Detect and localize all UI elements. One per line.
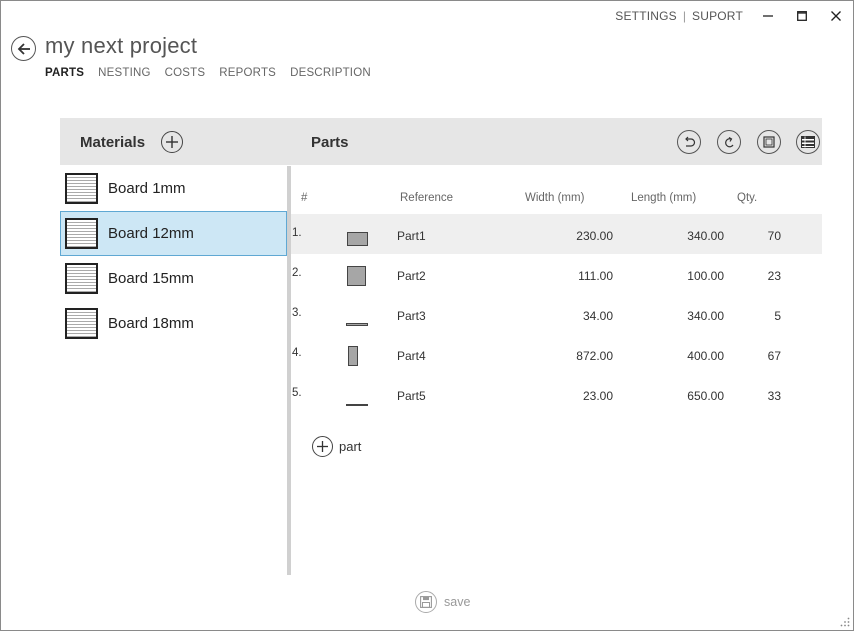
tab-nesting[interactable]: NESTING [98,67,151,79]
table-row[interactable]: 4. Part4 872.00 400.00 67 [291,334,822,374]
tab-costs[interactable]: COSTS [165,67,206,79]
material-item[interactable]: Board 15mm [60,256,287,301]
plus-circle [312,436,333,457]
part-length: 340.00 [687,309,724,323]
part-width: 111.00 [578,269,613,283]
materials-title: Materials [80,134,146,151]
part-length: 400.00 [687,349,724,363]
floppy-disk-icon [420,596,432,608]
add-material-button[interactable] [161,131,183,153]
part-shape-icon [346,404,368,406]
plus-icon [166,136,178,148]
row-number: 5. [292,387,302,399]
part-width: 34.00 [582,309,613,323]
save-button[interactable]: save [415,591,470,613]
add-part-label: part [339,439,362,454]
minimize-icon [763,15,773,17]
minimize-button[interactable] [751,7,785,25]
part-length: 340.00 [687,229,724,243]
part-shape-icon [348,346,358,366]
table-row[interactable]: 3. Part3 34.00 340.00 5 [291,294,822,334]
close-button[interactable] [819,7,853,25]
part-qty: 23 [767,269,781,283]
row-number: 1. [292,227,302,239]
maximize-icon [797,11,807,21]
part-qty: 33 [767,389,781,403]
board-icon [65,263,98,294]
part-qty: 67 [767,349,781,363]
title-bar: SETTINGS | SUPORT [615,7,853,25]
save-label: save [444,595,471,609]
tab-parts[interactable]: PARTS [45,67,84,79]
redo-icon [725,136,734,148]
part-shape-icon [347,232,368,246]
app-window: SETTINGS | SUPORT my next project PARTS … [0,0,854,631]
col-num: # [301,192,308,204]
table-header: # Reference Width (mm) Length (mm) Qty. [291,192,822,208]
board-icon [65,218,98,249]
row-number: 4. [292,347,302,359]
row-number: 2. [292,267,302,279]
row-number: 3. [292,307,302,319]
materials-list: Board 1mm Board 12mm Board 15mm Board 18… [60,166,287,346]
part-shape-icon [346,323,368,326]
col-length[interactable]: Length (mm) [631,192,696,204]
col-qty[interactable]: Qty. [737,192,757,204]
close-icon [831,11,841,21]
nav-tabs: PARTS NESTING COSTS REPORTS DESCRIPTION [45,67,371,79]
board-icon [65,308,98,339]
maximize-button[interactable] [785,7,819,25]
col-width[interactable]: Width (mm) [525,192,584,204]
part-reference: Part2 [397,269,426,283]
parts-title: Parts [311,134,349,151]
material-label: Board 18mm [108,315,194,332]
part-shape-icon [347,266,366,286]
material-item[interactable]: Board 1mm [60,166,287,211]
list-icon [801,136,815,148]
redo-button[interactable] [717,130,741,154]
project-title: my next project [45,33,198,58]
settings-link[interactable]: SETTINGS [615,9,677,23]
tab-description[interactable]: DESCRIPTION [290,67,371,79]
resize-grip-icon[interactable] [840,617,850,627]
topbar-separator: | [682,9,686,23]
part-width: 872.00 [576,349,613,363]
part-reference: Part5 [397,389,426,403]
part-reference: Part1 [397,229,426,243]
part-length: 650.00 [687,389,724,403]
undo-button[interactable] [677,130,701,154]
add-part-button[interactable]: part [312,436,361,457]
part-width: 23.00 [582,389,613,403]
material-item[interactable]: Board 18mm [60,301,287,346]
part-reference: Part4 [397,349,426,363]
undo-icon [685,136,696,147]
tab-reports[interactable]: REPORTS [219,67,276,79]
material-label: Board 15mm [108,270,194,287]
material-label: Board 1mm [108,180,186,197]
panel-header: Materials Parts [60,118,822,165]
list-view-button[interactable] [796,130,820,154]
material-label: Board 12mm [108,225,194,242]
col-reference[interactable]: Reference [400,192,453,204]
part-reference: Part3 [397,309,426,323]
back-button[interactable] [11,36,36,61]
part-qty: 5 [774,309,781,323]
part-qty: 70 [767,229,781,243]
support-link[interactable]: SUPORT [692,9,743,23]
table-row[interactable]: 1. Part1 230.00 340.00 70 [291,214,822,254]
part-length: 100.00 [687,269,724,283]
layout-button[interactable] [757,130,781,154]
board-icon [65,173,98,204]
part-width: 230.00 [576,229,613,243]
frame-icon [763,136,775,148]
window-controls [751,7,853,25]
table-row[interactable]: 5. Part5 23.00 650.00 33 [291,374,822,414]
arrow-left-icon [17,42,30,55]
table-row[interactable]: 2. Part2 111.00 100.00 23 [291,254,822,294]
save-circle [415,591,437,613]
material-item-selected[interactable]: Board 12mm [60,211,287,256]
plus-icon [317,441,328,452]
